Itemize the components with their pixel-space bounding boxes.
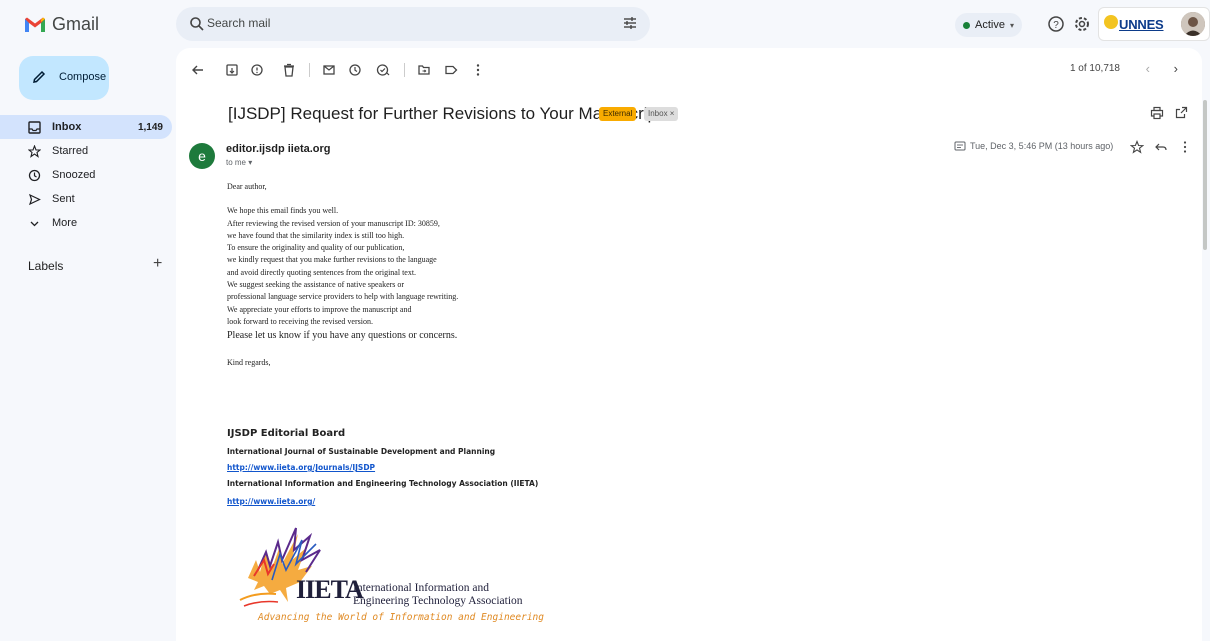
inbox-icon xyxy=(28,120,41,134)
active-dot-icon xyxy=(963,21,970,29)
gmail-m-icon xyxy=(25,17,45,32)
regards: Kind regards, xyxy=(227,358,271,368)
snooze-clock-icon[interactable] xyxy=(348,63,362,77)
toolbar-divider xyxy=(309,63,310,77)
trash-icon[interactable] xyxy=(282,63,296,77)
sender-name[interactable]: editor.ijsdp iieta.org xyxy=(226,143,331,155)
add-task-icon[interactable] xyxy=(376,63,390,77)
greeting: Dear author, xyxy=(227,182,267,191)
iieta-full-name: International Information and Engineerin… xyxy=(353,582,523,608)
body-line: and avoid directly quoting sentences fro… xyxy=(227,267,417,277)
iieta-name-line2: Engineering Technology Association xyxy=(353,595,523,607)
archive-icon[interactable] xyxy=(225,63,239,77)
status-button[interactable]: Active ▾ xyxy=(955,13,1022,37)
search-options-icon[interactable] xyxy=(622,15,638,31)
compose-label: Compose xyxy=(59,71,107,83)
body-line: We appreciate your efforts to improve th… xyxy=(227,304,412,314)
sidebar-item-label: More xyxy=(52,217,78,229)
compose-button[interactable]: Compose xyxy=(19,56,109,100)
reply-icon[interactable] xyxy=(1154,140,1168,154)
email-subject: [IJSDP] Request for Further Revisions to… xyxy=(228,104,662,123)
settings-icon[interactable] xyxy=(1073,15,1091,33)
sidebar-item-sent[interactable]: Sent xyxy=(0,187,176,211)
sidebar-item-more[interactable]: More xyxy=(0,211,176,235)
inbox-label-chip[interactable]: Inbox × xyxy=(644,107,679,121)
toolbar-divider xyxy=(404,63,405,77)
more-vert-icon[interactable] xyxy=(1178,140,1192,154)
labels-heading: Labels xyxy=(28,259,64,273)
gmail-app: Gmail Search mail Active ▾ ? UNNES Compo… xyxy=(0,0,1210,641)
body-line: look forward to receiving the revised ve… xyxy=(227,316,373,326)
journal-link[interactable]: http://www.iieta.org/Journals/IJSDP xyxy=(227,463,375,472)
sidebar-item-label: Sent xyxy=(52,193,75,205)
pagination-label: 1 of 10,718 xyxy=(1069,63,1120,74)
sender-avatar[interactable]: e xyxy=(189,143,215,169)
body-line: we kindly request that you make further … xyxy=(227,255,437,265)
search-input[interactable]: Search mail xyxy=(207,16,270,30)
star-icon[interactable] xyxy=(1130,140,1144,154)
body-line: we have found that the similarity index … xyxy=(227,230,405,240)
search-bar[interactable]: Search mail xyxy=(176,7,650,41)
older-chevron-icon[interactable]: › xyxy=(1174,61,1178,76)
gmail-logo[interactable]: Gmail xyxy=(24,14,99,35)
more-vert-icon[interactable] xyxy=(471,63,485,77)
body-line: professional language service providers … xyxy=(227,292,459,302)
svg-text:?: ? xyxy=(1053,20,1059,31)
body-line: We suggest seeking the assistance of nat… xyxy=(227,280,405,290)
status-label: Active xyxy=(975,19,1005,31)
iieta-tagline: Advancing the World of Information and E… xyxy=(258,612,544,623)
recipient-details[interactable]: to me ▾ xyxy=(226,158,252,167)
sidebar-item-label: Starred xyxy=(52,145,89,157)
iieta-name-line1: International Information and xyxy=(353,582,490,594)
clock-icon xyxy=(28,169,41,181)
association-link[interactable]: http://www.iieta.org/ xyxy=(227,497,315,506)
account-switcher[interactable]: UNNES xyxy=(1098,7,1210,41)
scrollbar[interactable] xyxy=(1203,100,1207,250)
app-name: Gmail xyxy=(52,14,100,34)
attachment-card-icon xyxy=(954,141,966,151)
print-icon[interactable] xyxy=(1150,106,1164,120)
top-bar: Gmail Search mail Active ▾ ? UNNES xyxy=(0,0,1210,52)
send-icon xyxy=(28,193,41,205)
email-date: Tue, Dec 3, 5:46 PM (13 hours ago) xyxy=(970,141,1114,151)
signature-journal: International Journal of Sustainable Dev… xyxy=(227,447,496,456)
back-arrow-icon[interactable] xyxy=(191,63,205,77)
open-new-window-icon[interactable] xyxy=(1175,106,1188,119)
body-line: We hope this email finds you well. xyxy=(227,206,339,216)
external-badge: External xyxy=(599,107,637,121)
chevron-down-icon xyxy=(30,221,39,226)
report-spam-icon[interactable] xyxy=(250,63,264,77)
chevron-down-icon: ▾ xyxy=(1009,20,1014,30)
signature-title: IJSDP Editorial Board xyxy=(227,428,346,439)
body-line: To ensure the originality and quality of… xyxy=(227,243,405,253)
iieta-logo: IIETA International Information and Engi… xyxy=(236,520,586,635)
avatar[interactable] xyxy=(1181,12,1205,36)
sidebar-item-label: Snoozed xyxy=(52,169,96,181)
signature-association: International Information and Engineerin… xyxy=(227,479,539,488)
mark-unread-icon[interactable] xyxy=(322,63,336,77)
unnes-logo-icon xyxy=(1104,15,1118,29)
sidebar-item-label: Inbox xyxy=(52,121,82,133)
sidebar-item-starred[interactable]: Starred xyxy=(0,139,176,163)
star-icon xyxy=(28,144,41,158)
newer-chevron-icon[interactable]: ‹ xyxy=(1146,61,1150,76)
email-body: Dear author, We hope this email finds yo… xyxy=(227,181,458,370)
label-icon[interactable] xyxy=(444,63,458,77)
move-to-icon[interactable] xyxy=(417,63,431,77)
help-icon[interactable]: ? xyxy=(1047,15,1065,33)
body-line: After reviewing the revised version of y… xyxy=(227,218,440,228)
sidebar-item-inbox[interactable]: Inbox 1,149 xyxy=(0,115,172,139)
sidebar-item-snoozed[interactable]: Snoozed xyxy=(0,163,176,187)
sidebar-nav: Inbox 1,149 Starred Snoozed Sent More xyxy=(0,115,176,235)
closing-line: Please let us know if you have any quest… xyxy=(227,330,458,342)
unread-count: 1,149 xyxy=(137,121,163,133)
pencil-icon xyxy=(33,70,46,83)
add-label-button[interactable]: + xyxy=(153,255,162,273)
search-icon[interactable] xyxy=(189,16,205,32)
account-org: UNNES xyxy=(1119,16,1164,32)
